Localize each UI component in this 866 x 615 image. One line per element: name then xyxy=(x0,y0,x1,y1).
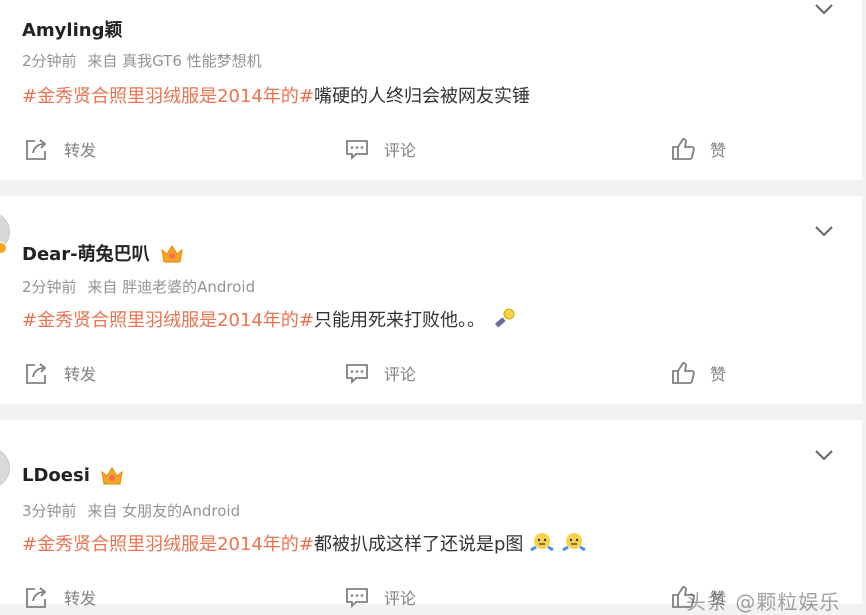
comment-button[interactable]: 评论 xyxy=(344,584,416,610)
comment-icon xyxy=(346,140,368,161)
post-text: 嘴硬的人终归会被网友实锤 xyxy=(313,86,530,107)
comment-button[interactable]: 评论 xyxy=(344,136,416,162)
avatar[interactable] xyxy=(0,448,10,488)
chevron-down-icon[interactable] xyxy=(814,2,834,16)
verified-badge-icon xyxy=(0,242,7,254)
post-meta: 2分钟前 来自 真我GT6 性能梦想机 xyxy=(22,50,262,71)
post-source: 来自 真我GT6 性能梦想机 xyxy=(87,52,262,70)
hammer-emoji-icon xyxy=(495,308,515,328)
comment-label: 评论 xyxy=(384,141,417,160)
post-content: #金秀贤合照里羽绒服是2014年的# 都被扒成这样了还说是p图 xyxy=(22,530,587,556)
post-card: Amyling颖 2分钟前 来自 真我GT6 性能梦想机 #金秀贤合照里羽绒服是… xyxy=(0,0,862,180)
thumbs-up-icon xyxy=(672,138,695,160)
crown-icon[interactable] xyxy=(100,464,124,486)
post-time[interactable]: 2分钟前 xyxy=(22,278,77,296)
repost-icon xyxy=(26,139,47,160)
chevron-down-icon[interactable] xyxy=(814,448,834,462)
user-name[interactable]: Dear-萌兔巴叭 xyxy=(22,240,150,266)
shrug-emoji-icon xyxy=(530,533,555,552)
like-label: 赞 xyxy=(710,141,727,160)
repost-icon xyxy=(26,363,47,384)
repost-button[interactable]: 转发 xyxy=(24,136,96,162)
post-time[interactable]: 2分钟前 xyxy=(22,52,77,70)
comment-icon xyxy=(346,364,368,385)
repost-label: 转发 xyxy=(64,589,97,608)
post-content: #金秀贤合照里羽绒服是2014年的# 只能用死来打败他。。 xyxy=(22,306,517,332)
repost-label: 转发 xyxy=(64,365,97,384)
watermark: 头条 @颗粒娱乐 xyxy=(686,590,841,614)
crown-icon[interactable] xyxy=(160,242,184,264)
shrug-emoji-icon xyxy=(562,533,587,552)
user-name[interactable]: LDoesi xyxy=(22,465,90,486)
repost-button[interactable]: 转发 xyxy=(24,584,96,610)
comment-label: 评论 xyxy=(384,589,417,608)
post-meta: 3分钟前 来自 女朋友的Android xyxy=(22,500,240,521)
chevron-down-icon[interactable] xyxy=(814,224,834,238)
post-card: Dear-萌兔巴叭 2分钟前 来自 胖迪老婆的Android #金秀贤合照里羽绒… xyxy=(0,196,862,404)
post-content: #金秀贤合照里羽绒服是2014年的# 嘴硬的人终归会被网友实锤 xyxy=(22,82,530,108)
comment-button[interactable]: 评论 xyxy=(344,360,416,386)
topic-link[interactable]: #金秀贤合照里羽绒服是2014年的# xyxy=(22,306,314,332)
like-button[interactable]: 赞 xyxy=(670,136,726,162)
topic-link[interactable]: #金秀贤合照里羽绒服是2014年的# xyxy=(22,530,314,556)
user-name[interactable]: Amyling颖 xyxy=(22,16,122,42)
post-meta: 2分钟前 来自 胖迪老婆的Android xyxy=(22,276,255,297)
action-bar: 转发 评论 赞 xyxy=(0,360,862,386)
action-bar: 转发 评论 赞 xyxy=(0,136,862,162)
post-source: 来自 女朋友的Android xyxy=(87,502,241,520)
like-button[interactable]: 赞 xyxy=(670,360,726,386)
post-card: LDoesi 3分钟前 来自 女朋友的Android #金秀贤合照里羽绒服是20… xyxy=(0,420,862,609)
comment-icon xyxy=(346,588,368,609)
topic-link[interactable]: #金秀贤合照里羽绒服是2014年的# xyxy=(22,82,314,108)
repost-icon xyxy=(26,587,47,608)
like-label: 赞 xyxy=(710,365,727,384)
post-time[interactable]: 3分钟前 xyxy=(22,502,77,520)
repost-button[interactable]: 转发 xyxy=(24,360,96,386)
thumbs-up-icon xyxy=(672,362,695,384)
post-text: 只能用死来打败他。。 xyxy=(313,310,485,331)
comment-label: 评论 xyxy=(384,365,417,384)
repost-label: 转发 xyxy=(64,141,97,160)
post-text: 都被扒成这样了还说是p图 xyxy=(313,534,524,555)
post-source: 来自 胖迪老婆的Android xyxy=(87,278,256,296)
